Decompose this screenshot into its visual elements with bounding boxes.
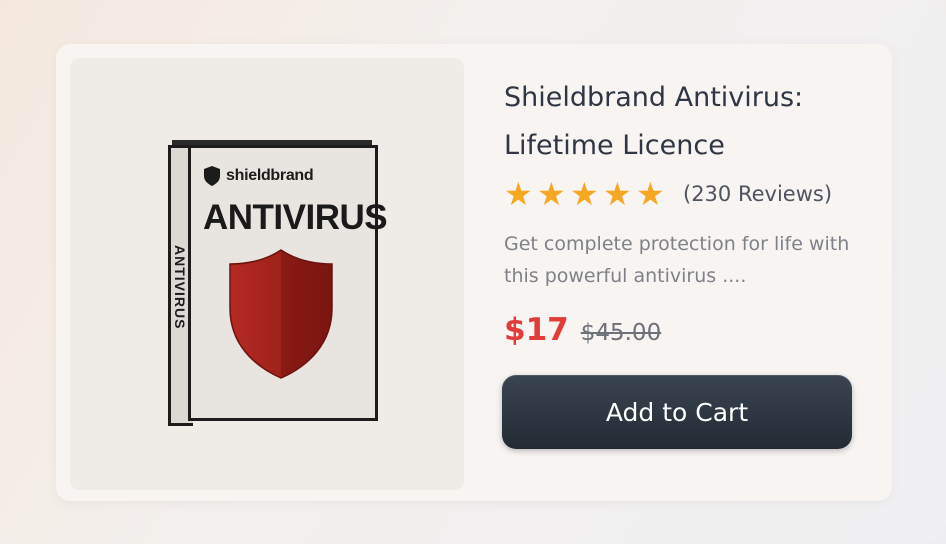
box-front-title: ANTIVIRUS	[203, 198, 388, 237]
brand-shield-icon	[204, 166, 220, 186]
product-title: Shieldbrand Antivirus: Lifetime Licence	[504, 82, 804, 161]
star-icon: ★	[504, 175, 533, 213]
original-price: $45.00	[580, 320, 662, 346]
box-brand: shieldbrand	[204, 166, 314, 186]
box-side-title: ANTIVIRUS	[172, 245, 188, 330]
star-icon: ★	[636, 175, 665, 213]
current-price: $17	[504, 312, 569, 348]
price-row: $17 $45.00	[504, 312, 661, 348]
star-icon: ★	[603, 175, 632, 213]
shield-icon	[229, 249, 333, 379]
star-icon: ★	[537, 175, 566, 213]
product-description: Get complete protection for life with th…	[504, 233, 850, 287]
rating-row: ★ ★ ★ ★ ★ (230 Reviews)	[504, 175, 832, 213]
box-brand-name: shieldbrand	[226, 167, 314, 184]
add-to-cart-button[interactable]: Add to Cart	[502, 375, 852, 449]
reviews-count[interactable]: (230 Reviews)	[683, 182, 832, 206]
star-icon: ★	[570, 175, 599, 213]
